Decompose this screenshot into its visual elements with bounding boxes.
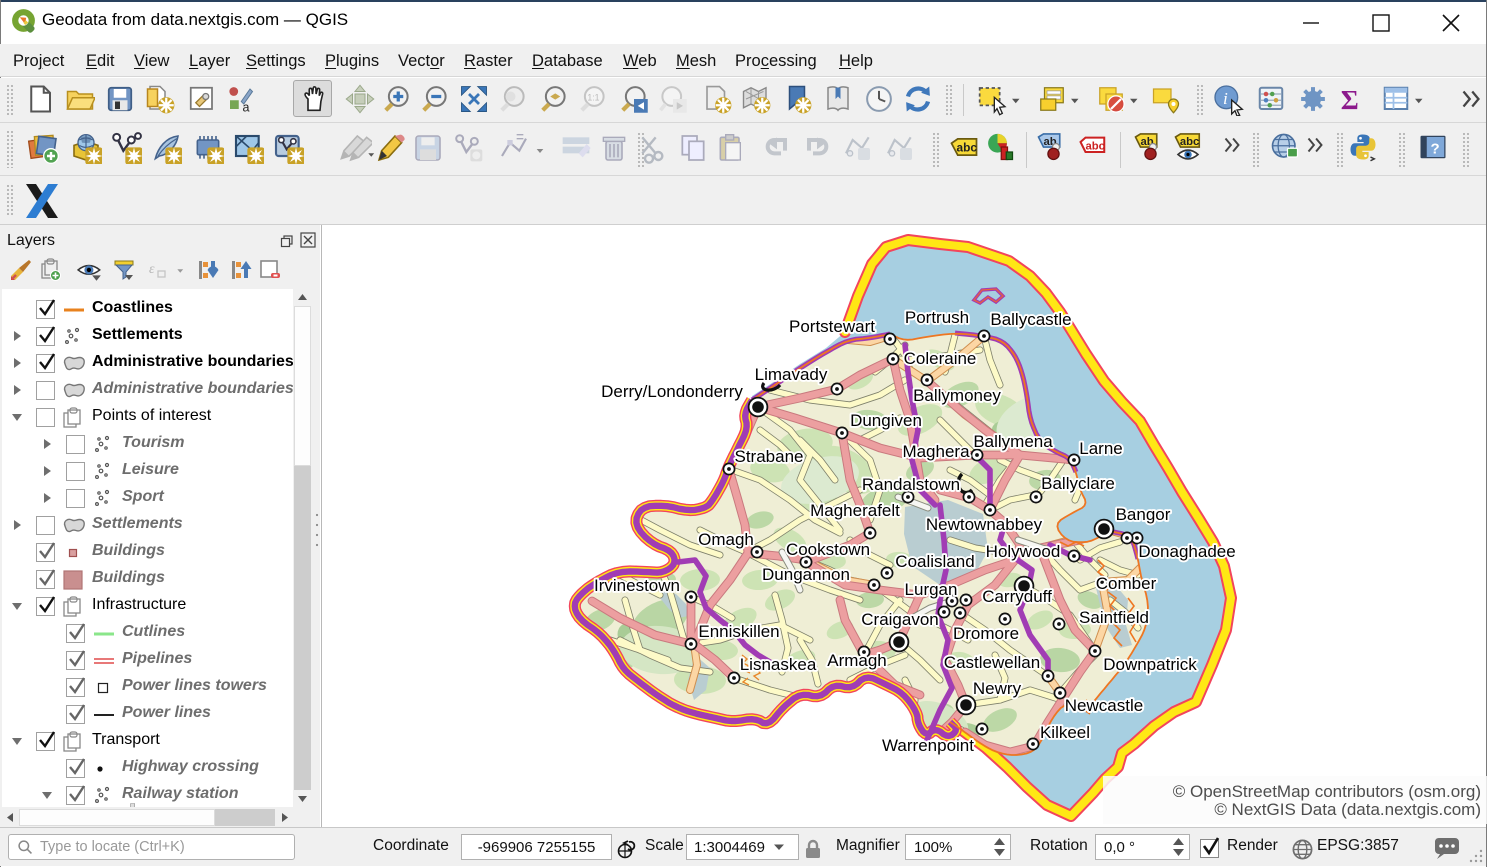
svg-text:Newcastle: Newcastle (1065, 696, 1143, 715)
svg-text:Randalstown: Randalstown (862, 475, 960, 494)
svg-text:abc: abc (957, 140, 978, 154)
svg-text:Ballycastle: Ballycastle (990, 310, 1071, 329)
svg-text:Enniskillen: Enniskillen (698, 622, 779, 641)
svg-text:Σ: Σ (1341, 84, 1359, 114)
svg-text:Irvinestown: Irvinestown (594, 576, 680, 595)
svg-text:© NextGIS Data (data.nextgis.c: © NextGIS Data (data.nextgis.com) (1214, 800, 1481, 819)
svg-text:Limavady: Limavady (755, 365, 828, 384)
svg-text:i: i (1223, 89, 1228, 108)
svg-text:abc: abc (1086, 141, 1105, 153)
svg-text:Newry: Newry (973, 679, 1022, 698)
svg-text:Coleraine: Coleraine (904, 349, 977, 368)
svg-text:Newtownabbey: Newtownabbey (926, 515, 1043, 534)
svg-text:Coalisland: Coalisland (895, 552, 974, 571)
svg-text:Omagh: Omagh (698, 530, 754, 549)
svg-text:Lisnaskea: Lisnaskea (740, 655, 817, 674)
svg-text:Strabane: Strabane (735, 447, 804, 466)
svg-text:Lurgan: Lurgan (905, 580, 958, 599)
svg-text:a: a (243, 101, 250, 115)
svg-text:ε: ε (149, 262, 155, 277)
svg-text:Ballyclare: Ballyclare (1041, 474, 1115, 493)
svg-text:Maghera: Maghera (902, 442, 970, 461)
svg-text:Downpatrick: Downpatrick (1103, 655, 1197, 674)
svg-text:Bangor: Bangor (1116, 505, 1171, 524)
svg-text:Kilkeel: Kilkeel (1040, 723, 1090, 742)
svg-text:Dungiven: Dungiven (850, 411, 922, 430)
svg-text:Larne: Larne (1079, 439, 1122, 458)
svg-text:Craigavon: Craigavon (861, 610, 939, 629)
svg-text:abc: abc (1180, 136, 1199, 148)
svg-text:Warrenpoint: Warrenpoint (882, 736, 974, 755)
svg-text:Holywood: Holywood (986, 542, 1061, 561)
svg-text:Derry/Londonderry: Derry/Londonderry (601, 382, 743, 401)
svg-text:?: ? (1431, 140, 1440, 157)
svg-text:Carryduff: Carryduff (982, 587, 1052, 606)
svg-text:Ballymena: Ballymena (973, 432, 1053, 451)
svg-text:Donaghadee: Donaghadee (1138, 542, 1235, 561)
svg-text:Castlewellan: Castlewellan (944, 653, 1040, 672)
svg-text:Armagh: Armagh (827, 651, 887, 670)
svg-text:Portrush: Portrush (905, 308, 969, 327)
svg-text:Portstewart: Portstewart (789, 317, 875, 336)
svg-text:Saintfield: Saintfield (1079, 608, 1149, 627)
svg-text:Cookstown: Cookstown (786, 540, 870, 559)
svg-text:Dromore: Dromore (953, 624, 1019, 643)
svg-text:Magherafelt: Magherafelt (810, 501, 900, 520)
svg-text:Comber: Comber (1096, 574, 1157, 593)
svg-text:Ballymoney: Ballymoney (913, 386, 1001, 405)
svg-text:© OpenStreetMap contributors (: © OpenStreetMap contributors (osm.org) (1173, 782, 1481, 801)
svg-text:Dungannon: Dungannon (762, 565, 850, 584)
svg-text:1:1: 1:1 (587, 92, 599, 102)
